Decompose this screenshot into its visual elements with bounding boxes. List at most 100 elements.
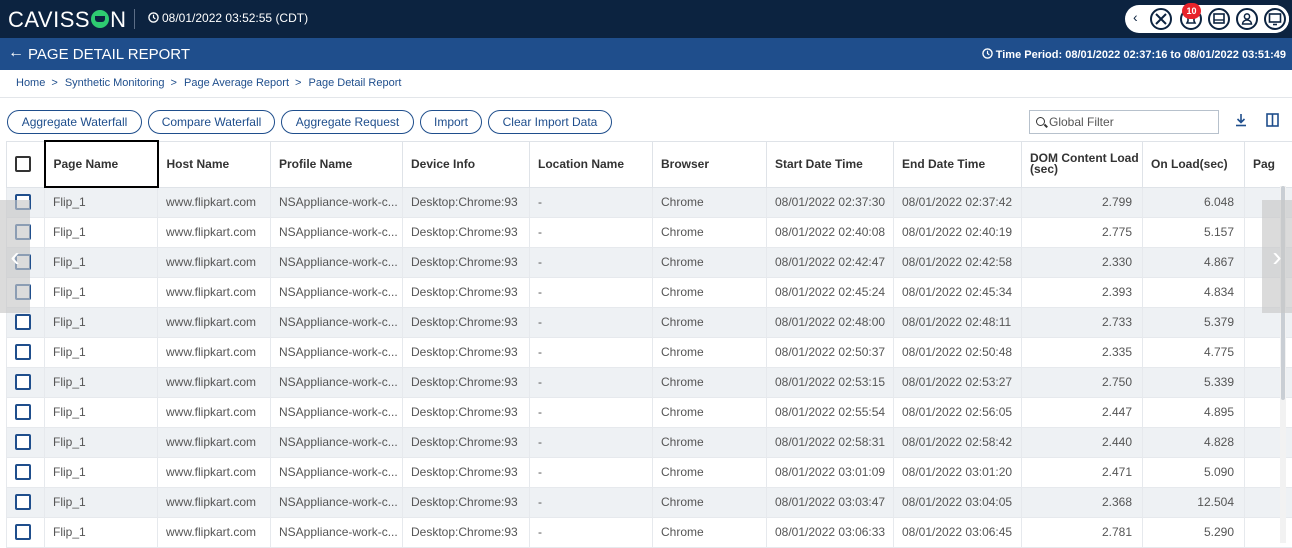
dom-content-load-cell: 2.750 — [1022, 367, 1143, 397]
row-checkbox[interactable] — [15, 314, 31, 330]
table-row[interactable]: Flip_1www.flipkart.comNSAppliance-work-c… — [7, 427, 1292, 457]
row-select-cell — [7, 337, 45, 367]
column-header-browser[interactable]: Browser — [653, 141, 767, 187]
location-name-cell: - — [530, 367, 653, 397]
dom-content-load-cell: 2.775 — [1022, 217, 1143, 247]
user-icon[interactable] — [1233, 5, 1261, 33]
row-checkbox[interactable] — [15, 434, 31, 450]
row-checkbox[interactable] — [15, 464, 31, 480]
row-select-cell — [7, 487, 45, 517]
notification-badge: 10 — [1182, 3, 1201, 19]
dom-content-load-cell: 2.471 — [1022, 457, 1143, 487]
column-header-end-date-time[interactable]: End Date Time — [894, 141, 1022, 187]
host-name-cell: www.flipkart.com — [158, 307, 271, 337]
columns-icon[interactable] — [1266, 113, 1279, 130]
chevron-right-icon[interactable]: › — [1262, 200, 1292, 313]
column-header-device-info[interactable]: Device Info — [403, 141, 530, 187]
breadcrumb-synthetic-monitoring[interactable]: Synthetic Monitoring — [65, 77, 165, 89]
device-info-cell: Desktop:Chrome:93 — [403, 247, 530, 277]
page-name-cell: Flip_1 — [45, 277, 158, 307]
chevron-left-icon[interactable]: ‹ — [0, 200, 30, 313]
table-row[interactable]: Flip_1www.flipkart.comNSAppliance-work-c… — [7, 487, 1292, 517]
device-info-cell: Desktop:Chrome:93 — [403, 457, 530, 487]
profile-name-cell: NSAppliance-work-c... — [271, 307, 403, 337]
dom-content-load-cell: 2.368 — [1022, 487, 1143, 517]
table-row[interactable]: Flip_1www.flipkart.comNSAppliance-work-c… — [7, 337, 1292, 367]
location-name-cell: - — [530, 307, 653, 337]
compare-waterfall-button[interactable]: Compare Waterfall — [148, 110, 275, 134]
table-row[interactable]: Flip_1www.flipkart.comNSAppliance-work-c… — [7, 217, 1292, 247]
time-period-text: Time Period: 08/01/2022 02:37:16 to 08/0… — [996, 49, 1286, 61]
select-all-checkbox[interactable] — [15, 156, 31, 172]
clock-icon — [982, 48, 993, 59]
page-name-cell: Flip_1 — [45, 217, 158, 247]
download-icon[interactable] — [1234, 113, 1248, 130]
breadcrumb-page-detail-report[interactable]: Page Detail Report — [309, 77, 402, 89]
global-filter-placeholder: Global Filter — [1049, 115, 1114, 129]
table-row[interactable]: Flip_1www.flipkart.comNSAppliance-work-c… — [7, 277, 1292, 307]
dom-content-load-cell: 2.440 — [1022, 427, 1143, 457]
tools-icon[interactable] — [1147, 5, 1175, 33]
table-row[interactable]: Flip_1www.flipkart.comNSAppliance-work-c… — [7, 307, 1292, 337]
start-date-time-cell: 08/01/2022 02:50:37 — [767, 337, 894, 367]
title-bar: ← PAGE DETAIL REPORT Time Period: 08/01/… — [0, 38, 1292, 70]
aggregate-request-button[interactable]: Aggregate Request — [281, 110, 414, 134]
table-row[interactable]: Flip_1www.flipkart.comNSAppliance-work-c… — [7, 367, 1292, 397]
profile-name-cell: NSAppliance-work-c... — [271, 367, 403, 397]
start-date-time-cell: 08/01/2022 02:53:15 — [767, 367, 894, 397]
table-row[interactable]: Flip_1www.flipkart.comNSAppliance-work-c… — [7, 187, 1292, 217]
end-date-time-cell: 08/01/2022 02:42:58 — [894, 247, 1022, 277]
divider — [0, 97, 1292, 98]
table-row[interactable]: Flip_1www.flipkart.comNSAppliance-work-c… — [7, 457, 1292, 487]
breadcrumb-page-average-report[interactable]: Page Average Report — [184, 77, 289, 89]
back-arrow-icon[interactable]: ← — [8, 44, 24, 62]
column-header-page-name[interactable]: Page Name — [45, 141, 158, 187]
host-name-cell: www.flipkart.com — [158, 247, 271, 277]
on-load-cell: 12.504 — [1143, 487, 1245, 517]
row-checkbox[interactable] — [15, 374, 31, 390]
device-info-cell: Desktop:Chrome:93 — [403, 337, 530, 367]
page-name-cell: Flip_1 — [45, 187, 158, 217]
breadcrumb-chevron-icon: > — [51, 77, 57, 89]
location-name-cell: - — [530, 187, 653, 217]
row-checkbox[interactable] — [15, 344, 31, 360]
start-date-time-cell: 08/01/2022 02:42:47 — [767, 247, 894, 277]
display-icon[interactable] — [1205, 5, 1233, 33]
chevron-left-icon[interactable]: ‹ — [1133, 9, 1138, 25]
profile-name-cell: NSAppliance-work-c... — [271, 277, 403, 307]
page-name-cell: Flip_1 — [45, 307, 158, 337]
on-load-cell: 5.339 — [1143, 367, 1245, 397]
location-name-cell: - — [530, 427, 653, 457]
on-load-cell: 6.048 — [1143, 187, 1245, 217]
clear-import-data-button[interactable]: Clear Import Data — [488, 110, 612, 134]
monitor-icon[interactable] — [1261, 5, 1289, 33]
column-header-location-name[interactable]: Location Name — [530, 141, 653, 187]
table-row[interactable]: Flip_1www.flipkart.comNSAppliance-work-c… — [7, 247, 1292, 277]
end-date-time-cell: 08/01/2022 03:04:05 — [894, 487, 1022, 517]
column-header-profile-name[interactable]: Profile Name — [271, 141, 403, 187]
column-header-host-name[interactable]: Host Name — [158, 141, 271, 187]
global-filter-input[interactable]: Global Filter — [1029, 110, 1219, 134]
column-header-on-load[interactable]: On Load(sec) — [1143, 141, 1245, 187]
aggregate-waterfall-button[interactable]: Aggregate Waterfall — [7, 110, 142, 134]
host-name-cell: www.flipkart.com — [158, 187, 271, 217]
import-button[interactable]: Import — [420, 110, 482, 134]
location-name-cell: - — [530, 337, 653, 367]
breadcrumb-home[interactable]: Home — [16, 77, 45, 89]
column-header-start-date-time[interactable]: Start Date Time — [767, 141, 894, 187]
start-date-time-cell: 08/01/2022 03:01:09 — [767, 457, 894, 487]
browser-cell: Chrome — [653, 487, 767, 517]
column-header-page-truncated[interactable]: Pag — [1245, 141, 1292, 187]
on-load-cell: 4.867 — [1143, 247, 1245, 277]
row-checkbox[interactable] — [15, 404, 31, 420]
row-checkbox[interactable] — [15, 524, 31, 540]
table-row[interactable]: Flip_1www.flipkart.comNSAppliance-work-c… — [7, 397, 1292, 427]
device-info-cell: Desktop:Chrome:93 — [403, 217, 530, 247]
row-checkbox[interactable] — [15, 494, 31, 510]
end-date-time-cell: 08/01/2022 02:45:34 — [894, 277, 1022, 307]
host-name-cell: www.flipkart.com — [158, 487, 271, 517]
on-load-cell: 5.090 — [1143, 457, 1245, 487]
browser-cell: Chrome — [653, 277, 767, 307]
column-header-dom-content-load[interactable]: DOM Content Load (sec) — [1022, 141, 1143, 187]
end-date-time-cell: 08/01/2022 02:40:19 — [894, 217, 1022, 247]
